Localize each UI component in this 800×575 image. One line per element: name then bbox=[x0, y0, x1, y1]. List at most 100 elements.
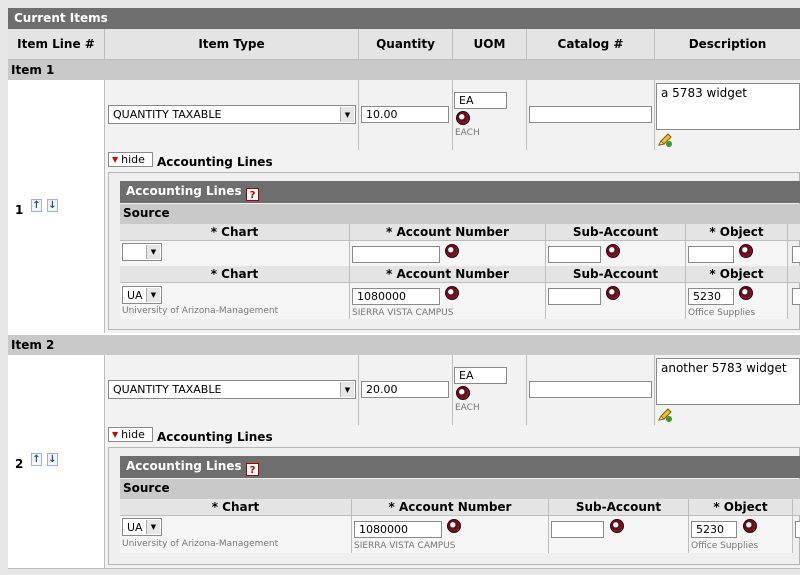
account-number-input[interactable] bbox=[352, 246, 440, 263]
magnifier-lookup-icon[interactable] bbox=[445, 286, 459, 300]
object-input[interactable] bbox=[688, 246, 734, 263]
chevron-down-icon: ▼ bbox=[340, 382, 354, 397]
left-gutter bbox=[0, 0, 8, 575]
object-description: Office Supplies bbox=[688, 308, 756, 318]
item-header: Item 1 bbox=[8, 60, 800, 80]
down-arrow-icon[interactable]: ↓ bbox=[47, 199, 58, 212]
col-header-quantity: Quantity bbox=[359, 29, 453, 60]
chart-header: * Chart bbox=[120, 266, 350, 283]
hide-accounting-button[interactable]: ▼ hide bbox=[108, 152, 153, 167]
item-header: Item 2 bbox=[8, 335, 800, 355]
triangle-down-icon: ▼ bbox=[112, 155, 119, 164]
col-header-line: Item Line # bbox=[8, 29, 105, 60]
magnifier-lookup-icon[interactable] bbox=[456, 386, 470, 400]
account-number-input[interactable]: 1080000 bbox=[352, 288, 440, 305]
magnifier-lookup-icon[interactable] bbox=[445, 244, 459, 258]
source-label: Source bbox=[120, 479, 800, 499]
sub-account-header: Sub-Account bbox=[546, 266, 686, 283]
account-number-header: * Account Number bbox=[352, 499, 549, 516]
magnifier-lookup-icon[interactable] bbox=[610, 519, 624, 533]
source-label: Source bbox=[120, 204, 800, 224]
hide-label: hide bbox=[121, 428, 145, 441]
chart-value: UA bbox=[127, 288, 143, 302]
description-textarea[interactable]: another 5783 widget bbox=[656, 358, 800, 405]
top-strip bbox=[0, 0, 800, 8]
magnifier-lookup-icon[interactable] bbox=[743, 519, 757, 533]
chevron-down-icon: ▼ bbox=[146, 520, 160, 534]
magnifier-lookup-icon[interactable] bbox=[456, 111, 470, 125]
up-arrow-icon[interactable]: ↑ bbox=[31, 199, 42, 212]
chart-description: University of Arizona-Management bbox=[122, 306, 279, 316]
object-header: * Object bbox=[689, 499, 793, 516]
sub-account-header: Sub-Account bbox=[546, 224, 686, 241]
extra-header bbox=[793, 499, 800, 516]
sub-account-input[interactable] bbox=[548, 246, 601, 263]
question-icon[interactable]: ? bbox=[246, 463, 259, 476]
col-header-item-type: Item Type bbox=[105, 29, 359, 60]
col-header-catalog: Catalog # bbox=[527, 29, 655, 60]
chart-select[interactable]: UA ▼ bbox=[122, 518, 162, 536]
extra-header bbox=[788, 266, 800, 283]
current-items-title: Current Items bbox=[8, 8, 800, 29]
object-description: Office Supplies bbox=[691, 541, 759, 551]
chart-select[interactable]: UA ▼ bbox=[122, 286, 162, 304]
extra-input[interactable] bbox=[795, 521, 800, 538]
item-line-number: 1 bbox=[15, 203, 24, 217]
uom-description: EACH bbox=[455, 128, 480, 138]
chevron-down-icon: ▼ bbox=[340, 107, 354, 122]
account-number-input[interactable]: 1080000 bbox=[354, 521, 442, 538]
accounting-title-text: Accounting Lines bbox=[126, 459, 242, 473]
catalog-input[interactable] bbox=[529, 381, 652, 398]
sub-account-input[interactable] bbox=[548, 288, 601, 305]
chart-header: * Chart bbox=[120, 224, 350, 241]
sub-account-input[interactable] bbox=[551, 521, 604, 538]
chevron-down-icon: ▼ bbox=[146, 288, 160, 302]
accounting-panel-title: Accounting Lines bbox=[120, 456, 800, 478]
question-icon[interactable]: ? bbox=[246, 188, 259, 201]
object-input[interactable]: 5230 bbox=[691, 521, 737, 538]
magnifier-lookup-icon[interactable] bbox=[606, 244, 620, 258]
sub-account-header: Sub-Account bbox=[549, 499, 689, 516]
item-line-number: 2 bbox=[15, 457, 24, 471]
uom-input[interactable]: EA bbox=[454, 367, 507, 384]
up-arrow-icon[interactable]: ↑ bbox=[31, 453, 42, 466]
magnifier-lookup-icon[interactable] bbox=[739, 286, 753, 300]
pencil-icon[interactable] bbox=[657, 408, 673, 422]
hide-accounting-button[interactable]: ▼ hide bbox=[108, 427, 153, 442]
chart-header: * Chart bbox=[120, 499, 352, 516]
account-number-header: * Account Number bbox=[350, 266, 546, 283]
pencil-icon[interactable] bbox=[657, 133, 673, 147]
chart-description: University of Arizona-Management bbox=[122, 539, 279, 549]
col-header-uom: UOM bbox=[453, 29, 527, 60]
uom-input[interactable]: EA bbox=[454, 92, 507, 109]
chart-select[interactable]: ▼ bbox=[122, 243, 162, 261]
item-type-select[interactable]: QUANTITY TAXABLE ▼ bbox=[108, 380, 356, 399]
magnifier-lookup-icon[interactable] bbox=[606, 286, 620, 300]
col-header-description: Description bbox=[655, 29, 800, 60]
down-arrow-icon[interactable]: ↓ bbox=[47, 453, 58, 466]
extra-input[interactable] bbox=[792, 288, 800, 305]
object-input[interactable]: 5230 bbox=[688, 288, 734, 305]
chart-value: UA bbox=[127, 520, 143, 534]
extra-input[interactable] bbox=[792, 246, 800, 263]
bottom-strip bbox=[8, 568, 800, 575]
account-description: SIERRA VISTA CAMPUS bbox=[352, 308, 454, 318]
triangle-down-icon: ▼ bbox=[112, 430, 119, 439]
magnifier-lookup-icon[interactable] bbox=[739, 244, 753, 258]
item-type-value: QUANTITY TAXABLE bbox=[113, 108, 222, 121]
quantity-input[interactable]: 10.00 bbox=[361, 106, 449, 123]
uom-description: EACH bbox=[455, 403, 480, 413]
extra-header bbox=[788, 224, 800, 241]
magnifier-lookup-icon[interactable] bbox=[447, 519, 461, 533]
catalog-input[interactable] bbox=[529, 106, 652, 123]
account-description: SIERRA VISTA CAMPUS bbox=[354, 541, 456, 551]
accounting-label: Accounting Lines bbox=[157, 430, 273, 444]
accounting-title-text: Accounting Lines bbox=[126, 184, 242, 198]
hide-label: hide bbox=[121, 153, 145, 166]
description-textarea[interactable]: a 5783 widget bbox=[656, 83, 800, 130]
object-header: * Object bbox=[686, 266, 788, 283]
accounting-panel-title: Accounting Lines bbox=[120, 181, 800, 203]
item-type-select[interactable]: QUANTITY TAXABLE ▼ bbox=[108, 105, 356, 124]
accounting-label: Accounting Lines bbox=[157, 155, 273, 169]
quantity-input[interactable]: 20.00 bbox=[361, 381, 449, 398]
